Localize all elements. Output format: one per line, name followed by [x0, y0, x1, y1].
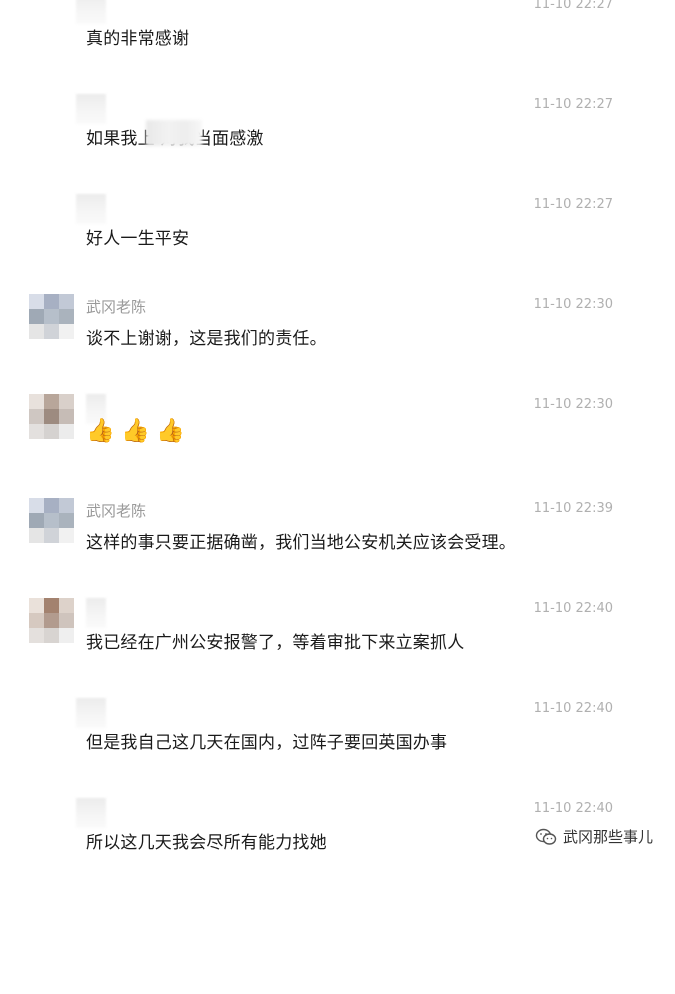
comment-time: 11-10 22:27 [533, 0, 613, 12]
avatar-pixel [29, 598, 44, 613]
avatar-pixel [29, 513, 44, 528]
avatar-pixel [29, 324, 44, 339]
avatar-pixel [59, 513, 74, 528]
avatar-pixel [59, 309, 74, 324]
avatar-pixel [29, 613, 44, 628]
comment-text: 但是我自己这几天在国内，过阵子要回英国办事 [86, 733, 448, 753]
comment-item: 11-10 22:27 真的非常感谢 [0, 0, 675, 94]
comment-text: 谈不上谢谢，这是我们的责任。 [86, 329, 327, 349]
comment-time: 11-10 22:39 [533, 501, 613, 516]
wechat-icon [535, 828, 557, 845]
comment-time: 11-10 22:40 [533, 601, 613, 616]
comment-text: 我已经在广州公安报警了，等着审批下来立案抓人 [86, 633, 465, 653]
comment-item: 11-10 22:40 我已经在广州公安报警了，等着审批下来立案抓人 [0, 598, 675, 698]
thumbs-up-icon: 👍 [121, 418, 150, 444]
comment-time: 11-10 22:30 [533, 297, 613, 312]
avatar[interactable] [29, 598, 74, 643]
avatar-pixel [44, 513, 59, 528]
avatar-pixel [29, 294, 44, 309]
avatar[interactable] [29, 394, 74, 439]
avatar-pixel [59, 598, 74, 613]
comment-item: 11-10 22:27 好人一生平安 [0, 194, 675, 294]
avatar-pixel [44, 424, 59, 439]
avatar-pixel [44, 613, 59, 628]
avatar-pixel [44, 294, 59, 309]
avatar-pixel [44, 528, 59, 543]
thumbs-up-icon: 👍 [156, 418, 185, 444]
avatar[interactable] [29, 294, 74, 339]
avatar-pixel [29, 628, 44, 643]
comment-text: 好人一生平安 [86, 229, 190, 249]
avatar-pixel [44, 498, 59, 513]
nickname-blur [76, 798, 106, 828]
avatar-pixel [44, 394, 59, 409]
comment-item: 11-10 22:40 所以这几天我会尽所有能力找她 [0, 798, 675, 898]
nickname-blur [76, 94, 106, 124]
comment-item: 武冈老陈 11-10 22:39 这样的事只要正据确凿，我们当地公安机关应该会受… [0, 498, 675, 598]
avatar-pixel [44, 324, 59, 339]
thumbs-up-icon: 👍 [86, 418, 115, 444]
avatar-pixel [29, 309, 44, 324]
emoji-row: 👍 👍 👍 [86, 418, 185, 445]
avatar-pixel [29, 424, 44, 439]
avatar-pixel [59, 528, 74, 543]
avatar-pixel [44, 409, 59, 424]
comment-time: 11-10 22:30 [533, 397, 613, 412]
nickname-blur [76, 194, 106, 224]
comment-item: 11-10 22:30 👍 👍 👍 [0, 394, 675, 494]
nickname-blur [76, 698, 106, 728]
avatar[interactable] [29, 498, 74, 543]
comment-time: 11-10 22:27 [533, 97, 613, 112]
comment-text: 这样的事只要正据确凿，我们当地公安机关应该会受理。 [86, 533, 516, 553]
watermark-text: 武冈那些事儿 [562, 828, 653, 846]
nickname: 武冈老陈 [86, 298, 147, 316]
nickname-blur [76, 0, 106, 24]
avatar-pixel [59, 324, 74, 339]
avatar-pixel [59, 613, 74, 628]
nickname: 武冈老陈 [86, 502, 147, 520]
avatar-pixel [29, 498, 44, 513]
avatar-pixel [59, 394, 74, 409]
avatar-pixel [59, 628, 74, 643]
comment-time: 11-10 22:40 [533, 701, 613, 716]
avatar-pixel [44, 598, 59, 613]
comment-time: 11-10 22:27 [533, 197, 613, 212]
comment-text: 所以这几天我会尽所有能力找她 [86, 833, 327, 853]
avatar-pixel [29, 409, 44, 424]
avatar-pixel [29, 528, 44, 543]
avatar-pixel [59, 498, 74, 513]
comment-item: 武冈老陈 11-10 22:30 谈不上谢谢，这是我们的责任。 [0, 294, 675, 394]
avatar-pixel [59, 409, 74, 424]
comment-item: 11-10 22:40 但是我自己这几天在国内，过阵子要回英国办事 [0, 698, 675, 798]
avatar-pixel [29, 394, 44, 409]
comment-item: 11-10 22:27 如果我上 对我当面感激 [0, 94, 675, 194]
comment-time: 11-10 22:40 [533, 801, 613, 816]
nickname-blur [86, 598, 106, 628]
avatar-pixel [44, 628, 59, 643]
redaction-mosaic [146, 120, 202, 146]
avatar-pixel [59, 294, 74, 309]
avatar-pixel [44, 309, 59, 324]
avatar-pixel [59, 424, 74, 439]
comment-text: 真的非常感谢 [86, 29, 190, 49]
watermark: 武冈那些事儿 [535, 826, 653, 847]
